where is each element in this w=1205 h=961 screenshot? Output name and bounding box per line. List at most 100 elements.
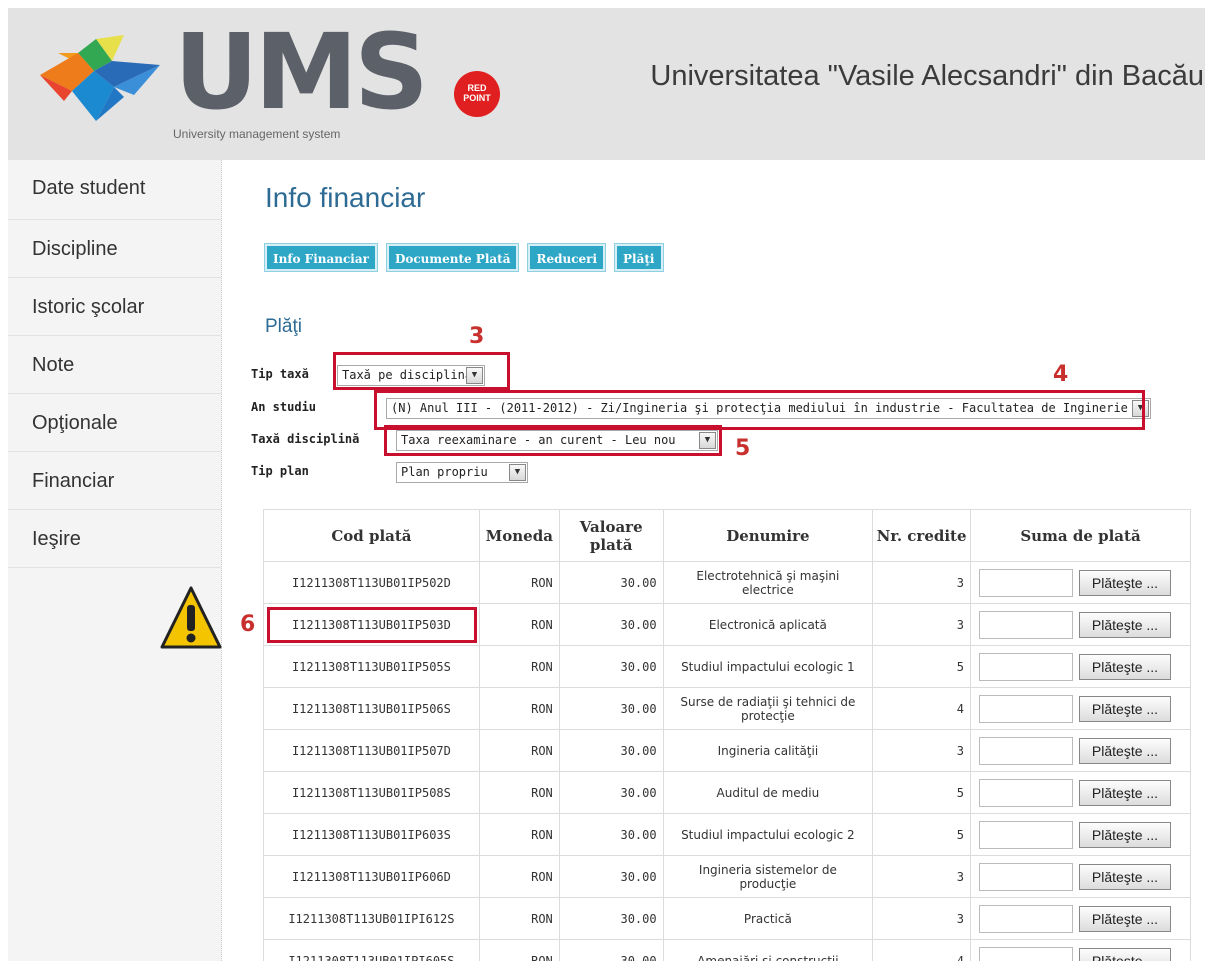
valoare-cell: 30.00 [558, 855, 664, 898]
moneda-cell: RON [478, 603, 560, 646]
sidebar-item-optionale[interactable]: Opţionale [8, 394, 221, 452]
pay-button[interactable]: Plăteşte ... [1079, 821, 1171, 848]
suma-input[interactable] [979, 904, 1073, 933]
cod-plata-cell: I1211308T113UB01IP603S [263, 813, 480, 856]
moneda-cell: RON [478, 855, 560, 898]
valoare-cell: 30.00 [558, 603, 664, 646]
tip-plan-value: Plan propriu [401, 465, 488, 479]
header-moneda: Moneda [478, 509, 560, 562]
denumire-cell: Practică [662, 897, 874, 940]
annotation-box-5 [384, 425, 722, 456]
tab-documente-plata[interactable]: Documente Plată [386, 244, 519, 271]
table-row: I1211308T113UB01IP503D RON 30.00 Electro… [263, 603, 1191, 646]
denumire-cell: Ingineria sistemelor de producţie [662, 855, 874, 898]
table-row: I1211308T113UB01IPI605S RON 30.00 Amenaj… [263, 939, 1191, 961]
ums-logo-icon [40, 35, 160, 121]
redpoint-badge: RED POINT [454, 71, 500, 117]
suma-cell: Plăteşte ... [970, 729, 1191, 772]
header-denumire: Denumire [662, 509, 874, 562]
pay-button[interactable]: Plăteşte ... [1079, 779, 1171, 806]
credite-cell: 4 [872, 939, 971, 961]
sidebar-item-istoric-scolar[interactable]: Istoric şcolar [8, 278, 221, 336]
tip-plan-select[interactable]: Plan propriu ▼ [396, 462, 528, 483]
suma-input[interactable] [979, 736, 1073, 765]
credite-cell: 3 [872, 897, 971, 940]
page-title: Info financiar [265, 182, 426, 213]
cod-plata-cell: I1211308T113UB01IP505S [263, 645, 480, 688]
suma-input[interactable] [979, 820, 1073, 849]
valoare-cell: 30.00 [558, 645, 664, 688]
suma-cell: Plăteşte ... [970, 603, 1191, 646]
table-header-row: Cod plată Moneda Valoare plată Denumire … [263, 509, 1191, 562]
valoare-cell: 30.00 [558, 897, 664, 940]
suma-input[interactable] [979, 610, 1073, 639]
suma-cell: Plăteşte ... [970, 897, 1191, 940]
denumire-cell: Studiul impactului ecologic 1 [662, 645, 874, 688]
sidebar-item-financiar[interactable]: Financiar [8, 452, 221, 510]
moneda-cell: RON [478, 729, 560, 772]
sidebar-item-iesire[interactable]: Ieşire [8, 510, 221, 568]
denumire-cell: Surse de radiaţii şi tehnici de protecţi… [662, 687, 874, 730]
header-cod-plata: Cod plată [263, 509, 480, 562]
suma-input[interactable] [979, 862, 1073, 891]
sidebar-item-discipline[interactable]: Discipline [8, 220, 221, 278]
moneda-cell: RON [478, 687, 560, 730]
table-row: I1211308T113UB01IP508S RON 30.00 Auditul… [263, 771, 1191, 814]
tab-reduceri[interactable]: Reduceri [528, 244, 606, 271]
valoare-cell: 30.00 [558, 813, 664, 856]
sidebar: Date student Discipline Istoric şcolar N… [8, 160, 222, 961]
cod-plata-cell: I1211308T113UB01IP502D [263, 561, 480, 604]
header-suma-de-plata: Suma de plată [970, 509, 1191, 562]
suma-input[interactable] [979, 946, 1073, 961]
pay-button[interactable]: Plăteşte ... [1079, 695, 1171, 722]
sidebar-item-note[interactable]: Note [8, 336, 221, 394]
header-nr-credite: Nr. credite [872, 509, 971, 562]
credite-cell: 3 [872, 729, 971, 772]
valoare-cell: 30.00 [558, 561, 664, 604]
sidebar-item-date-student[interactable]: Date student [8, 160, 221, 220]
tab-info-financiar[interactable]: Info Financiar [265, 244, 377, 271]
cod-plata-cell: I1211308T113UB01IP506S [263, 687, 480, 730]
denumire-cell: Studiul impactului ecologic 2 [662, 813, 874, 856]
pay-button[interactable]: Plăteşte ... [1079, 947, 1171, 961]
table-row: I1211308T113UB01IP502D RON 30.00 Electro… [263, 561, 1191, 604]
moneda-cell: RON [478, 813, 560, 856]
valoare-cell: 30.00 [558, 939, 664, 961]
suma-cell: Plăteşte ... [970, 855, 1191, 898]
moneda-cell: RON [478, 939, 560, 961]
denumire-cell: Ingineria calităţii [662, 729, 874, 772]
suma-input[interactable] [979, 778, 1073, 807]
suma-cell: Plăteşte ... [970, 645, 1191, 688]
pay-button[interactable]: Plăteşte ... [1079, 653, 1171, 680]
suma-input[interactable] [979, 568, 1073, 597]
tip-plan-label: Tip plan [251, 464, 309, 478]
moneda-cell: RON [478, 771, 560, 814]
suma-cell: Plăteşte ... [970, 561, 1191, 604]
pay-button[interactable]: Plăteşte ... [1079, 611, 1171, 638]
table-row: I1211308T113UB01IP606D RON 30.00 Inginer… [263, 855, 1191, 898]
table-row: I1211308T113UB01IPI612S RON 30.00 Practi… [263, 897, 1191, 940]
annotation-number-5: 5 [735, 436, 751, 461]
tab-bar: Info Financiar Documente Plată Reduceri … [265, 244, 663, 271]
credite-cell: 3 [872, 561, 971, 604]
pay-button[interactable]: Plăteşte ... [1079, 569, 1171, 596]
cod-plata-cell: I1211308T113UB01IP508S [263, 771, 480, 814]
logo-text: UMS [174, 11, 429, 133]
credite-cell: 5 [872, 645, 971, 688]
credite-cell: 3 [872, 603, 971, 646]
pay-button[interactable]: Plăteşte ... [1079, 905, 1171, 932]
suma-cell: Plăteşte ... [970, 687, 1191, 730]
denumire-cell: Electrotehnică şi maşini electrice [662, 561, 874, 604]
suma-input[interactable] [979, 694, 1073, 723]
chevron-down-icon[interactable]: ▼ [509, 464, 526, 481]
pay-button[interactable]: Plăteşte ... [1079, 737, 1171, 764]
credite-cell: 4 [872, 687, 971, 730]
suma-input[interactable] [979, 652, 1073, 681]
logo-subtitle: University management system [173, 127, 341, 141]
pay-button[interactable]: Plăteşte ... [1079, 863, 1171, 890]
tab-plati[interactable]: Plăţi [615, 244, 663, 271]
valoare-cell: 30.00 [558, 687, 664, 730]
valoare-cell: 30.00 [558, 729, 664, 772]
main-content: Info financiar Info Financiar Documente … [223, 160, 1205, 961]
credite-cell: 3 [872, 855, 971, 898]
